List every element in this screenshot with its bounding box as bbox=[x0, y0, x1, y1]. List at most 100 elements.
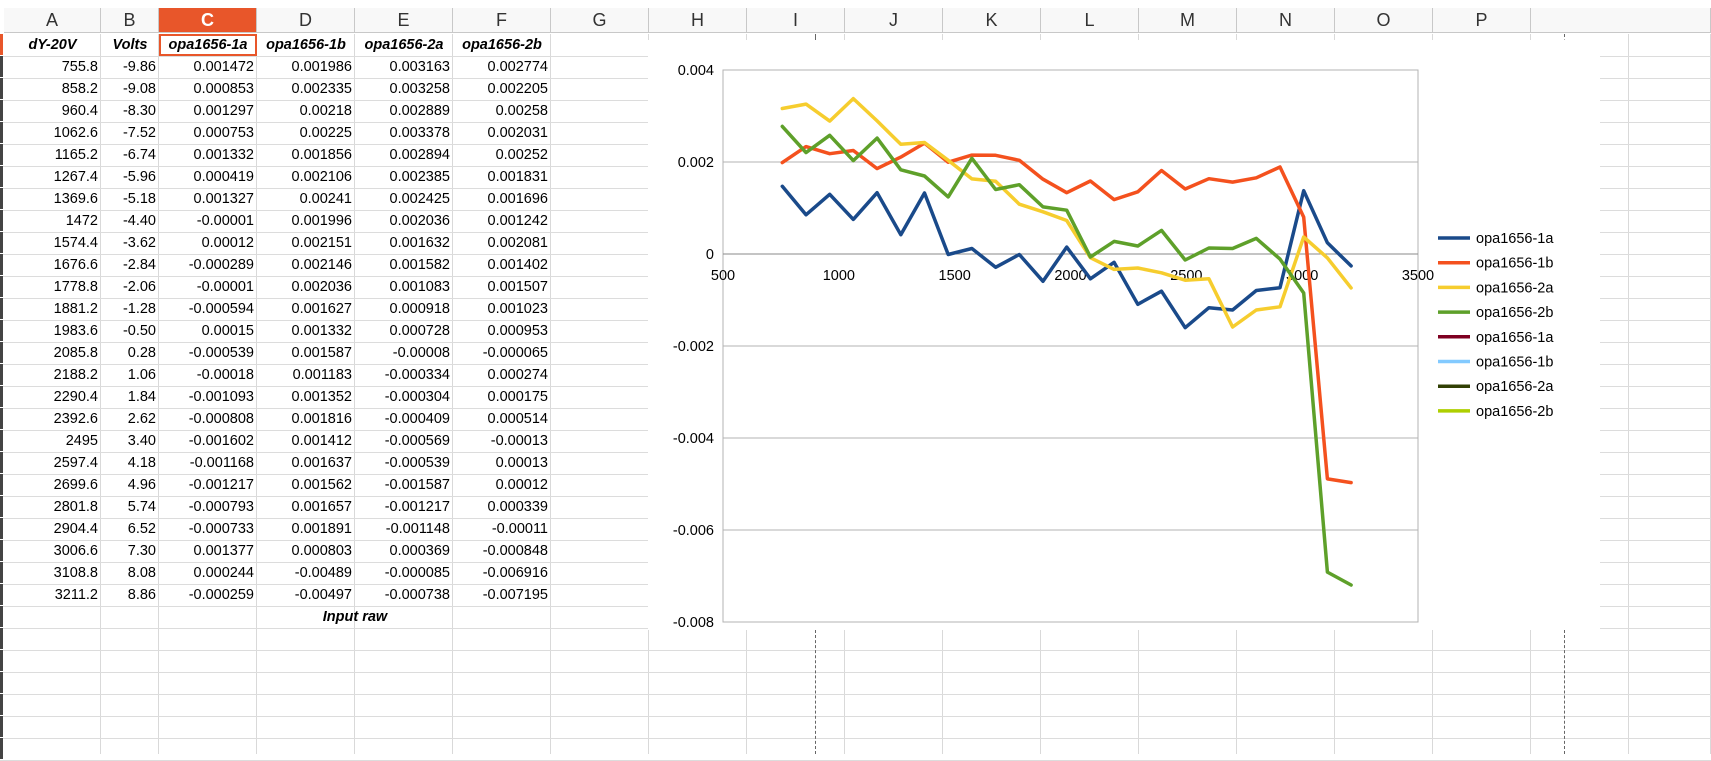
data-cell[interactable]: 960.4 bbox=[4, 100, 101, 122]
data-cell[interactable]: 0.002385 bbox=[355, 166, 453, 188]
row-header-20[interactable] bbox=[0, 452, 3, 473]
data-cell[interactable]: -0.00008 bbox=[355, 342, 453, 364]
row-header-2[interactable] bbox=[0, 56, 3, 77]
data-cell[interactable]: -0.000808 bbox=[159, 408, 257, 430]
row-header-3[interactable] bbox=[0, 78, 3, 99]
data-cell[interactable]: 0.000244 bbox=[159, 562, 257, 584]
data-cell[interactable]: 1676.6 bbox=[4, 254, 101, 276]
row-header-13[interactable] bbox=[0, 298, 3, 319]
data-cell[interactable]: 2085.8 bbox=[4, 342, 101, 364]
data-cell[interactable]: 858.2 bbox=[4, 78, 101, 100]
data-cell[interactable]: 0.001831 bbox=[453, 166, 551, 188]
data-cell[interactable]: -0.00497 bbox=[257, 584, 355, 606]
data-cell[interactable]: 0.000853 bbox=[159, 78, 257, 100]
column-header-l[interactable]: L bbox=[1041, 8, 1139, 33]
data-cell[interactable]: 6.52 bbox=[101, 518, 159, 540]
data-cell[interactable]: 1472 bbox=[4, 210, 101, 232]
row-header-28[interactable] bbox=[0, 628, 3, 649]
header-cell-f[interactable]: opa1656-2b bbox=[453, 34, 551, 56]
column-header-h[interactable]: H bbox=[649, 8, 747, 33]
column-header-p[interactable]: P bbox=[1433, 8, 1531, 33]
data-cell[interactable]: 2597.4 bbox=[4, 452, 101, 474]
data-cell[interactable]: -0.000289 bbox=[159, 254, 257, 276]
data-cell[interactable]: 0.002106 bbox=[257, 166, 355, 188]
row-header-12[interactable] bbox=[0, 276, 3, 297]
data-cell[interactable]: -0.007195 bbox=[453, 584, 551, 606]
data-cell[interactable]: 0.000175 bbox=[453, 386, 551, 408]
column-header-b[interactable]: B bbox=[101, 8, 159, 33]
data-cell[interactable]: -0.000793 bbox=[159, 496, 257, 518]
data-cell[interactable]: -0.000539 bbox=[355, 452, 453, 474]
row-header-26[interactable] bbox=[0, 584, 3, 605]
data-cell[interactable]: 0.002889 bbox=[355, 100, 453, 122]
row-header-22[interactable] bbox=[0, 496, 3, 517]
data-cell[interactable]: 0.001332 bbox=[159, 144, 257, 166]
column-header-n[interactable]: N bbox=[1237, 8, 1335, 33]
data-cell[interactable]: 0.001856 bbox=[257, 144, 355, 166]
data-cell[interactable]: 0.001696 bbox=[453, 188, 551, 210]
data-cell[interactable]: -1.28 bbox=[101, 298, 159, 320]
data-cell[interactable]: -0.000539 bbox=[159, 342, 257, 364]
row-header-18[interactable] bbox=[0, 408, 3, 429]
data-cell[interactable]: 0.001327 bbox=[159, 188, 257, 210]
data-cell[interactable]: 1369.6 bbox=[4, 188, 101, 210]
data-cell[interactable]: 1165.2 bbox=[4, 144, 101, 166]
data-cell[interactable]: -0.000594 bbox=[159, 298, 257, 320]
data-cell[interactable]: 1062.6 bbox=[4, 122, 101, 144]
data-cell[interactable]: 3.40 bbox=[101, 430, 159, 452]
data-cell[interactable]: 0.00013 bbox=[453, 452, 551, 474]
data-cell[interactable]: 0.000728 bbox=[355, 320, 453, 342]
row-header-10[interactable] bbox=[0, 232, 3, 253]
column-header-m[interactable]: M bbox=[1139, 8, 1237, 33]
row-header-14[interactable] bbox=[0, 320, 3, 341]
data-cell[interactable]: 2.62 bbox=[101, 408, 159, 430]
row-header-23[interactable] bbox=[0, 518, 3, 539]
data-cell[interactable]: -0.000848 bbox=[453, 540, 551, 562]
data-cell[interactable]: 0.001083 bbox=[355, 276, 453, 298]
data-cell[interactable]: 0.002425 bbox=[355, 188, 453, 210]
data-cell[interactable]: 2495 bbox=[4, 430, 101, 452]
data-cell[interactable]: 0.001352 bbox=[257, 386, 355, 408]
data-cell[interactable]: 0.28 bbox=[101, 342, 159, 364]
data-cell[interactable]: 0.002036 bbox=[257, 276, 355, 298]
data-cell[interactable]: -0.000085 bbox=[355, 562, 453, 584]
data-cell[interactable]: 0.000803 bbox=[257, 540, 355, 562]
data-cell[interactable]: -4.40 bbox=[101, 210, 159, 232]
data-cell[interactable]: 2699.6 bbox=[4, 474, 101, 496]
data-cell[interactable]: 0.002205 bbox=[453, 78, 551, 100]
column-header-f[interactable]: F bbox=[453, 8, 551, 33]
row-header-4[interactable] bbox=[0, 100, 3, 121]
data-cell[interactable]: 0.001332 bbox=[257, 320, 355, 342]
data-cell[interactable]: 0.00225 bbox=[257, 122, 355, 144]
data-cell[interactable]: 0.000514 bbox=[453, 408, 551, 430]
data-cell[interactable]: -0.000065 bbox=[453, 342, 551, 364]
data-cell[interactable]: -0.000569 bbox=[355, 430, 453, 452]
data-cell[interactable]: 0.001891 bbox=[257, 518, 355, 540]
row-header-8[interactable] bbox=[0, 188, 3, 209]
data-cell[interactable]: 0.001402 bbox=[453, 254, 551, 276]
row-header-19[interactable] bbox=[0, 430, 3, 451]
data-cell[interactable]: 0.003378 bbox=[355, 122, 453, 144]
input-raw-label[interactable]: Input raw bbox=[159, 606, 551, 628]
data-cell[interactable]: 8.08 bbox=[101, 562, 159, 584]
row-header-33[interactable] bbox=[0, 738, 3, 759]
data-cell[interactable]: 0.001996 bbox=[257, 210, 355, 232]
row-header-27[interactable] bbox=[0, 606, 3, 627]
data-cell[interactable]: -0.00013 bbox=[453, 430, 551, 452]
data-cell[interactable]: 0.001986 bbox=[257, 56, 355, 78]
data-cell[interactable]: 2188.2 bbox=[4, 364, 101, 386]
data-cell[interactable]: 0.002081 bbox=[453, 232, 551, 254]
data-cell[interactable]: -2.06 bbox=[101, 276, 159, 298]
data-cell[interactable]: -0.000409 bbox=[355, 408, 453, 430]
data-cell[interactable]: 0.002151 bbox=[257, 232, 355, 254]
row-header-31[interactable] bbox=[0, 694, 3, 715]
data-cell[interactable]: 0.003258 bbox=[355, 78, 453, 100]
data-cell[interactable]: 3108.8 bbox=[4, 562, 101, 584]
data-cell[interactable]: -0.000334 bbox=[355, 364, 453, 386]
data-cell[interactable]: 4.96 bbox=[101, 474, 159, 496]
data-cell[interactable]: 1.84 bbox=[101, 386, 159, 408]
data-cell[interactable]: -0.000738 bbox=[355, 584, 453, 606]
row-header-21[interactable] bbox=[0, 474, 3, 495]
data-cell[interactable]: -0.001093 bbox=[159, 386, 257, 408]
data-cell[interactable]: 1983.6 bbox=[4, 320, 101, 342]
